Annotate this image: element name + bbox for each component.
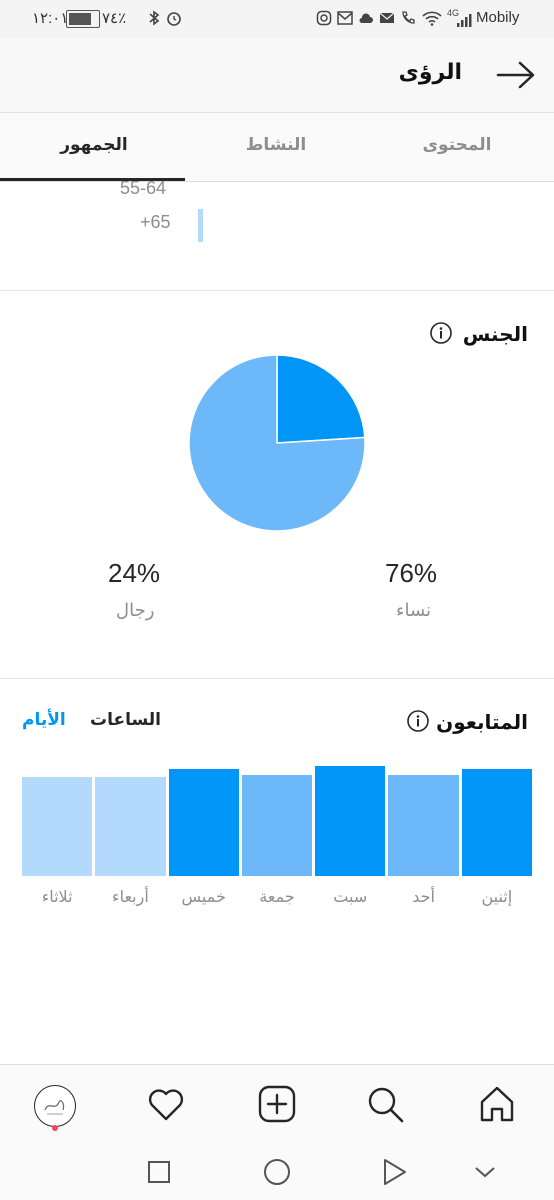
home-icon[interactable] xyxy=(476,1083,518,1129)
profile-avatar[interactable] xyxy=(34,1085,76,1127)
day-label: سبت xyxy=(333,887,368,906)
wifi-icon xyxy=(422,10,442,26)
section-divider xyxy=(0,290,554,291)
day-label: ثلاثاء xyxy=(41,887,73,906)
cloud-icon xyxy=(358,10,374,26)
tab-bar: المحتوى النشاط الجمهور xyxy=(0,113,554,182)
mail-icon xyxy=(379,10,395,26)
alarm-icon xyxy=(166,10,182,26)
tab-audience[interactable]: الجمهور xyxy=(24,135,164,155)
system-navigation-bar xyxy=(0,1144,554,1200)
home-button-icon[interactable] xyxy=(263,1158,291,1190)
followers-bar-6 xyxy=(22,777,93,876)
followers-bar-1 xyxy=(388,775,459,876)
followers-bar-3 xyxy=(241,775,313,876)
info-icon[interactable] xyxy=(430,322,452,344)
back-button-icon[interactable] xyxy=(382,1158,408,1190)
section-divider xyxy=(0,678,554,679)
followers-bar-2 xyxy=(315,766,386,876)
followers-bar-4 xyxy=(168,769,239,876)
recent-apps-icon[interactable] xyxy=(147,1160,171,1188)
tab-content[interactable]: المحتوى xyxy=(387,135,527,155)
pie-slice-men xyxy=(276,354,366,444)
activity-heart-icon[interactable] xyxy=(145,1083,187,1129)
age-label-55-64: 55-64 xyxy=(120,178,167,198)
toggle-days[interactable]: الأيام xyxy=(22,710,66,730)
followers-title: المتابعون xyxy=(436,710,528,734)
toggle-hours[interactable]: الساعات xyxy=(90,710,161,730)
wifi-call-icon xyxy=(400,10,416,26)
info-icon[interactable] xyxy=(407,710,429,732)
carrier-name: Mobily xyxy=(476,9,520,26)
age-label-65-plus: +65 xyxy=(140,212,171,232)
followers-bar-chart xyxy=(22,760,532,876)
tab-activity[interactable]: النشاط xyxy=(206,135,346,155)
status-time: ١٢:٠١ xyxy=(32,10,69,27)
followers-bar-5 xyxy=(95,777,166,876)
bottom-navigation xyxy=(0,1064,554,1145)
age-bar-65-plus xyxy=(198,209,203,242)
notification-dot xyxy=(52,1125,58,1131)
page-title: الرؤى xyxy=(398,60,462,85)
women-percent: 76% xyxy=(385,558,438,588)
instagram-notify-icon xyxy=(316,10,332,26)
day-label: أحد xyxy=(412,887,435,906)
day-label: إثنين xyxy=(481,887,513,906)
gender-pie-chart xyxy=(188,354,366,532)
top-header: الرؤى xyxy=(0,38,554,113)
men-label: رجال xyxy=(116,600,155,621)
gmail-icon xyxy=(337,10,353,26)
gender-title: الجنس xyxy=(462,322,528,346)
status-bar: ١٢:٠١ ٧٤٪ 4G Mobily xyxy=(0,0,554,38)
battery-icon xyxy=(66,10,100,28)
bluetooth-icon xyxy=(146,10,162,26)
chevron-down-icon[interactable] xyxy=(473,1162,497,1186)
day-label: أربعاء xyxy=(112,887,149,906)
followers-bar-0 xyxy=(461,769,532,876)
battery-percent: ٧٤٪ xyxy=(102,10,127,27)
day-label: خميس xyxy=(181,887,226,906)
new-post-icon[interactable] xyxy=(256,1083,298,1129)
women-label: نساء xyxy=(396,600,432,621)
men-percent: 24% xyxy=(108,558,161,588)
back-arrow-icon[interactable] xyxy=(496,60,536,90)
search-icon[interactable] xyxy=(364,1083,406,1129)
signal-icon xyxy=(456,12,474,27)
day-label: جمعة xyxy=(259,887,295,906)
